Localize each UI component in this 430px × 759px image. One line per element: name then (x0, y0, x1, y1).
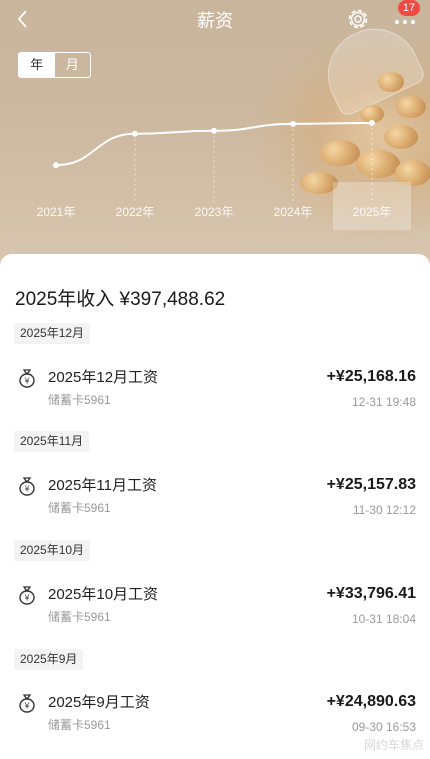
header: 薪资 17 年 月 2021年 2022年 2023年 2024年 2025年 (0, 0, 430, 270)
svg-text:¥: ¥ (24, 702, 29, 711)
year-tick-label[interactable]: 2025年 (353, 205, 392, 219)
card-number: 储蓄卡5961 (48, 718, 111, 732)
card-number: 储蓄卡5961 (48, 610, 111, 624)
year-tick-label[interactable]: 2022年 (116, 205, 155, 219)
svg-text:¥: ¥ (24, 377, 29, 386)
salary-row[interactable]: ¥ 2025年12月工资 储蓄卡5961 +¥25,168.16 12-31 1… (0, 362, 430, 422)
salary-title: 2025年12月工资 (48, 369, 159, 386)
card-number: 储蓄卡5961 (48, 501, 111, 515)
salary-row[interactable]: ¥ 2025年10月工资 储蓄卡5961 +¥33,796.41 10-31 1… (0, 579, 430, 639)
data-point[interactable] (369, 119, 375, 126)
salary-title: 2025年10月工资 (48, 586, 159, 603)
annual-income-total: 2025年收入 ¥397,488.62 (15, 289, 226, 310)
salary-time: 10-31 18:04 (351, 612, 416, 626)
notification-badge: 17 (398, 0, 420, 16)
year-tick-label[interactable]: 2024年 (274, 205, 313, 219)
salary-amount: +¥24,890.63 (326, 693, 416, 710)
salary-time: 09-30 16:53 (351, 720, 416, 734)
watermark: 网约车焦点 (363, 738, 424, 752)
money-bag-icon: ¥ (19, 477, 35, 496)
salary-row[interactable]: ¥ 2025年11月工资 储蓄卡5961 +¥25,157.83 11-30 1… (0, 470, 430, 530)
toggle-month[interactable]: 月 (55, 53, 91, 77)
data-point[interactable] (53, 162, 59, 169)
money-bag-icon: ¥ (19, 694, 35, 713)
income-card: 2025年收入 ¥397,488.62 2025年12月 ¥ 2025年12月工… (0, 254, 430, 759)
salary-amount: +¥33,796.41 (326, 585, 416, 602)
month-label: 2025年12月 (14, 323, 91, 344)
salary-title: 2025年9月工资 (48, 694, 150, 711)
gear-icon[interactable] (344, 5, 372, 33)
year-tick-label[interactable]: 2023年 (195, 205, 234, 219)
income-trend-chart: 2021年 2022年 2023年 2024年 2025年 (37, 119, 411, 230)
year-tick-label[interactable]: 2021年 (37, 205, 76, 219)
svg-text:¥: ¥ (24, 594, 29, 603)
salary-title: 2025年11月工资 (48, 477, 157, 494)
data-point[interactable] (290, 120, 296, 127)
data-point[interactable] (211, 127, 217, 134)
data-point[interactable] (132, 130, 138, 137)
salary-amount: +¥25,157.83 (326, 476, 416, 493)
month-label: 2025年10月 (14, 540, 91, 561)
nav-bar: 薪资 17 (0, 0, 430, 36)
coin (378, 72, 404, 92)
money-bag-icon: ¥ (19, 369, 35, 388)
card-number: 储蓄卡5961 (48, 393, 111, 407)
month-label: 2025年11月 (14, 431, 90, 452)
toggle-year[interactable]: 年 (19, 53, 55, 77)
salary-time: 11-30 12:12 (352, 503, 416, 517)
period-toggle: 年 月 (18, 52, 91, 78)
money-bag-icon: ¥ (19, 586, 35, 605)
svg-text:¥: ¥ (24, 485, 29, 494)
salary-time: 12-31 19:48 (351, 395, 416, 409)
salary-amount: +¥25,168.16 (326, 368, 416, 385)
month-label: 2025年9月 (14, 649, 84, 670)
